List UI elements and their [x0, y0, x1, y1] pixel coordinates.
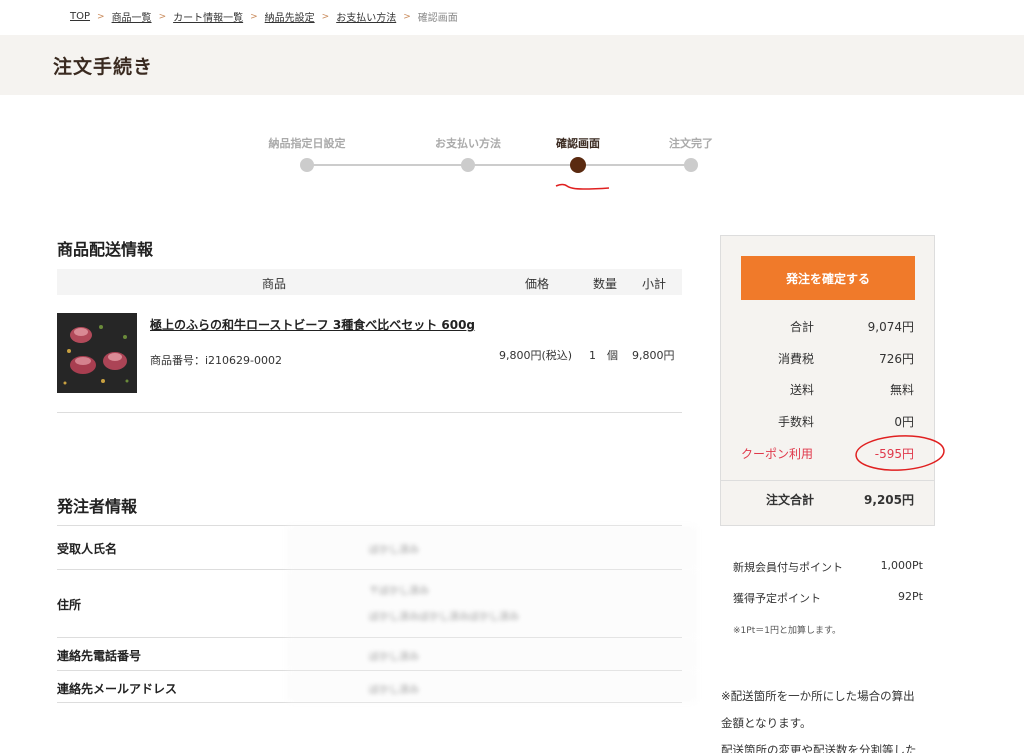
breadcrumb-delivery[interactable]: 納品先設定 — [265, 9, 315, 24]
shipping-section-title: 商品配送情報 — [57, 240, 154, 259]
info-value-redacted: ぼかし済みぼかし済みぼかし済み — [369, 612, 519, 623]
breadcrumb-products[interactable]: 商品一覧 — [112, 9, 152, 24]
redaction-band — [287, 526, 697, 569]
step-line — [306, 164, 691, 166]
info-value-redacted: 〒ぼかし済み — [369, 586, 429, 597]
points-row-new-member: 新規会員付与ポイント 1,000Pt — [733, 559, 923, 590]
page-title: 注文手続き — [53, 56, 154, 78]
info-value-redacted: ぼかし済み — [369, 545, 419, 556]
summary-value: 726円 — [879, 352, 914, 366]
product-quantity: 1 個 — [589, 349, 618, 362]
info-row-address: 住所 〒ぼかし済み ぼかし済みぼかし済みぼかし済み — [57, 569, 697, 637]
points-value: 92Pt — [898, 590, 923, 603]
column-subtotal: 小計 — [642, 277, 667, 291]
breadcrumb-current: 確認画面 — [417, 13, 458, 24]
page-header: 注文手続き — [0, 35, 1024, 95]
step-label: お支払い方法 — [435, 137, 501, 150]
step-label: 確認画面 — [556, 137, 600, 150]
product-name-link[interactable]: 極上のふらの和牛ローストビーフ 3種食べ比べセット 600g — [150, 316, 475, 333]
info-label: 住所 — [57, 598, 82, 612]
info-label: 受取人氏名 — [57, 542, 118, 556]
info-row-email: 連絡先メールアドレス ぼかし済み — [57, 670, 697, 703]
product-price: 9,800円(税込) — [499, 349, 573, 362]
breadcrumb-payment[interactable]: お支払い方法 — [336, 9, 396, 24]
points-label: 新規会員付与ポイント — [733, 561, 843, 574]
product-image[interactable] — [57, 313, 137, 393]
breadcrumb-separator: > — [158, 11, 167, 22]
summary-label: 合計 — [789, 320, 814, 334]
red-underline-annotation — [555, 183, 610, 190]
summary-label: 送料 — [789, 383, 814, 397]
breadcrumb-separator: > — [321, 11, 330, 22]
step-confirm: 確認画面 — [528, 135, 628, 173]
step-indicator: 納品指定日設定 お支払い方法 確認画面 注文完了 — [269, 135, 713, 195]
breadcrumb-separator: > — [403, 11, 411, 22]
step-dot — [300, 158, 314, 172]
summary-value: 9,074円 — [867, 320, 914, 334]
product-table-header: 商品 価格 数量 小計 — [57, 269, 682, 295]
column-product: 商品 — [262, 277, 287, 291]
summary-label: 手数料 — [777, 415, 814, 429]
breadcrumb: TOP > 商品一覧 > カート情報一覧 > 納品先設定 > お支払い方法 > … — [70, 9, 458, 24]
red-circle-annotation — [855, 435, 945, 471]
info-row-phone: 連絡先電話番号 ぼかし済み — [57, 637, 697, 670]
redaction-band — [287, 671, 697, 702]
confirm-order-button[interactable]: 発注を確定する — [741, 256, 915, 300]
points-row-expected: 獲得予定ポイント 92Pt — [733, 590, 923, 621]
points-info: 新規会員付与ポイント 1,000Pt 獲得予定ポイント 92Pt ※1Pt＝1円… — [733, 559, 923, 636]
total-label: 注文合計 — [765, 493, 814, 507]
orderer-section-title: 発注者情報 — [57, 497, 138, 516]
order-summary: 発注を確定する 合計 9,074円 消費税 726円 送料 無料 手数料 0円 … — [720, 235, 935, 526]
notice-line: ※配送箇所を一か所にした場合の算出 — [721, 689, 915, 703]
step-label: 納品指定日設定 — [268, 137, 346, 150]
coupon-label: クーポン利用 — [741, 447, 814, 461]
column-qty: 数量 — [593, 277, 618, 291]
summary-label: 消費税 — [777, 352, 814, 366]
breadcrumb-separator: > — [250, 11, 258, 22]
breadcrumb-cart[interactable]: カート情報一覧 — [173, 9, 243, 24]
notice-line: 配送箇所の変更や配送数を分割等した — [721, 743, 917, 753]
step-label: 注文完了 — [669, 137, 713, 150]
breadcrumb-top[interactable]: TOP — [70, 11, 90, 22]
breadcrumb-separator: > — [97, 11, 105, 22]
orderer-info-table: 受取人氏名 ぼかし済み 住所 〒ぼかし済み ぼかし済みぼかし済みぼかし済み 連絡… — [57, 525, 697, 703]
info-label: 連絡先電話番号 — [57, 649, 142, 663]
info-row-recipient: 受取人氏名 ぼかし済み — [57, 525, 697, 569]
info-value-redacted: ぼかし済み — [369, 652, 419, 663]
notice-line: 金額となります。 — [721, 716, 812, 730]
step-complete: 注文完了 — [641, 135, 741, 172]
product-row: 極上のふらの和牛ローストビーフ 3種食べ比べセット 600g 商品番号：i210… — [57, 313, 682, 413]
shipping-notice: ※配送箇所を一か所にした場合の算出 金額となります。 配送箇所の変更や配送数を分… — [721, 683, 941, 753]
product-sku: 商品番号：i210629-0002 — [150, 354, 283, 367]
summary-value: 無料 — [889, 383, 914, 397]
points-value: 1,000Pt — [880, 559, 923, 572]
points-label: 獲得予定ポイント — [733, 592, 821, 605]
step-payment: お支払い方法 — [418, 135, 518, 172]
info-value-redacted: ぼかし済み — [369, 685, 419, 696]
step-dot-active — [570, 157, 586, 173]
points-note: ※1Pt＝1円と加算します。 — [733, 626, 842, 636]
redaction-band — [287, 638, 697, 670]
column-price: 価格 — [525, 277, 550, 291]
summary-divider — [721, 480, 934, 481]
info-label: 連絡先メールアドレス — [57, 682, 178, 696]
step-dot — [684, 158, 698, 172]
product-subtotal: 9,800円 — [632, 349, 675, 362]
summary-value: 0円 — [894, 415, 914, 429]
step-delivery-date: 納品指定日設定 — [257, 135, 357, 172]
redaction-band — [287, 570, 697, 637]
total-value: 9,205円 — [864, 493, 914, 507]
step-dot — [461, 158, 475, 172]
